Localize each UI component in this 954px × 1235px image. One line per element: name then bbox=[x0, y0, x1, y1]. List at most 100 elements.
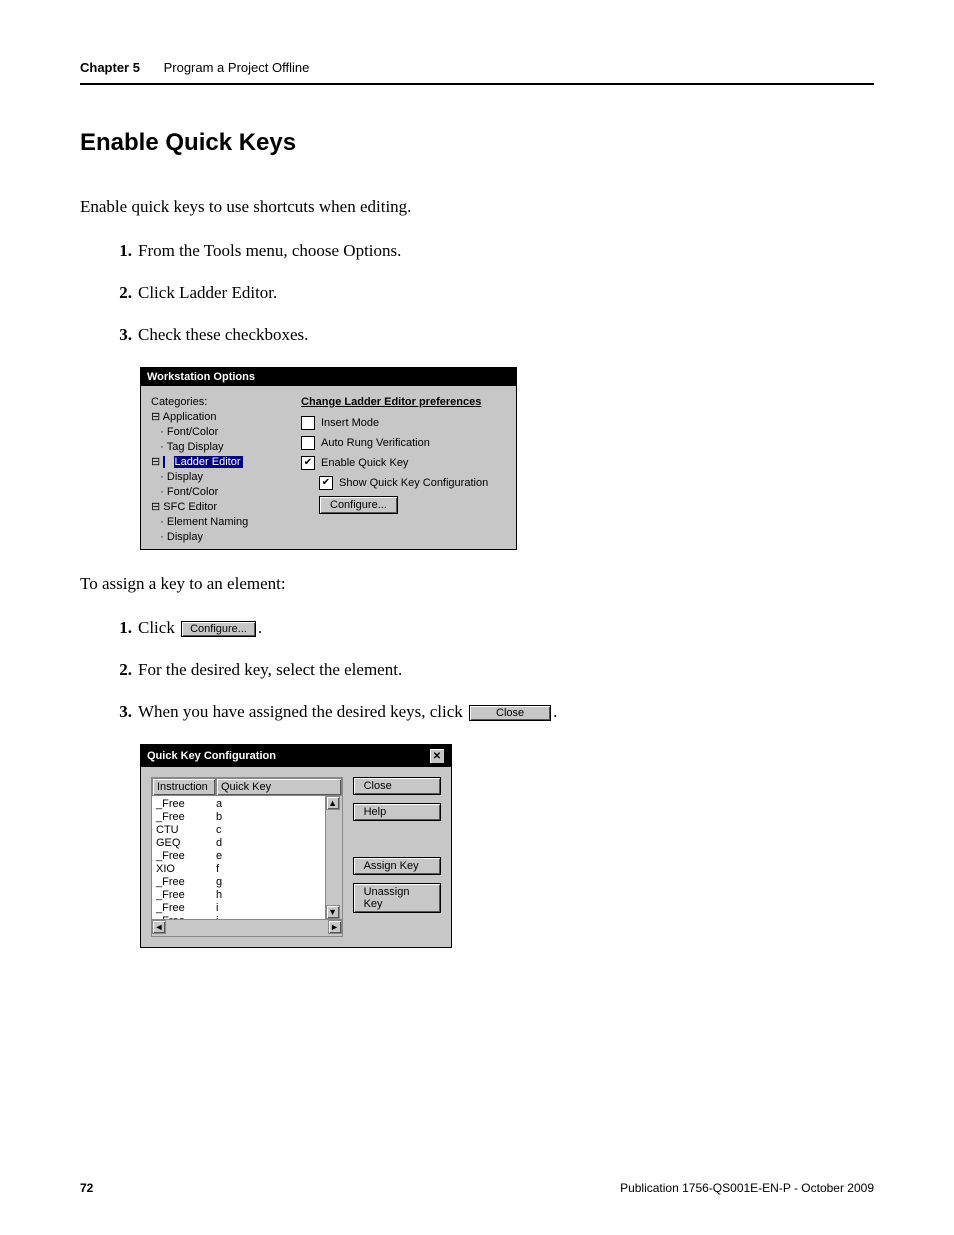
cell-quick-key: g bbox=[216, 876, 222, 889]
tree-node-font-color-2[interactable]: Font/Color bbox=[151, 485, 291, 500]
cell-quick-key: e bbox=[216, 850, 222, 863]
checkbox-insert-mode[interactable]: Insert Mode bbox=[301, 416, 506, 430]
checkbox-enable-quick-key[interactable]: Enable Quick Key bbox=[301, 456, 506, 470]
page-header: Chapter 5 Program a Project Offline bbox=[80, 60, 874, 75]
prefs-title: Change Ladder Editor preferences bbox=[301, 396, 506, 408]
cell-quick-key: b bbox=[216, 811, 222, 824]
cell-instruction: _Free bbox=[156, 850, 216, 863]
configure-button-inline[interactable]: Configure... bbox=[181, 621, 256, 637]
table-row[interactable]: _Freee bbox=[156, 850, 321, 863]
configure-button[interactable]: Configure... bbox=[319, 496, 398, 514]
categories-label: Categories: bbox=[151, 396, 291, 408]
header-rule bbox=[80, 83, 874, 85]
qk-help-button[interactable]: Help bbox=[353, 803, 441, 821]
vertical-scrollbar[interactable]: ▲ ▼ bbox=[325, 796, 342, 919]
checkbox-auto-rung[interactable]: Auto Rung Verification bbox=[301, 436, 506, 450]
table-row[interactable]: _Freei bbox=[156, 902, 321, 915]
tree-node-display[interactable]: Display bbox=[151, 470, 291, 485]
step-2: 2. Click Ladder Editor. bbox=[104, 283, 874, 303]
page-footer: 72 Publication 1756-QS001E-EN-P - Octobe… bbox=[80, 1181, 874, 1195]
tree-node-sfc-editor[interactable]: SFC Editor bbox=[151, 500, 291, 515]
table-row[interactable]: _Freeg bbox=[156, 876, 321, 889]
cell-instruction: _Free bbox=[156, 915, 216, 919]
cell-instruction: CTU bbox=[156, 824, 216, 837]
step2-1: 1. Click Configure.... bbox=[104, 618, 874, 638]
step2-2: 2. For the desired key, select the eleme… bbox=[104, 660, 874, 680]
close-icon[interactable]: ✕ bbox=[429, 748, 445, 764]
qk-assign-key-button[interactable]: Assign Key bbox=[353, 857, 441, 875]
categories-tree[interactable]: Application Font/Color Tag Display ⊟ Lad… bbox=[151, 410, 291, 545]
cell-quick-key: i bbox=[216, 902, 218, 915]
table-row[interactable]: GEQd bbox=[156, 837, 321, 850]
quick-key-list[interactable]: Instruction Quick Key _Freea_FreebCTUcGE… bbox=[151, 777, 343, 937]
tree-node-ladder-editor[interactable]: ⊟ Ladder Editor bbox=[151, 455, 291, 470]
checkbox-label: Enable Quick Key bbox=[321, 457, 408, 469]
section-title: Enable Quick Keys bbox=[80, 129, 874, 157]
table-row[interactable]: XIOf bbox=[156, 863, 321, 876]
scroll-left-icon[interactable]: ◄ bbox=[152, 920, 166, 934]
checkbox-label: Insert Mode bbox=[321, 417, 379, 429]
publication-info: Publication 1756-QS001E-EN-P - October 2… bbox=[620, 1181, 874, 1195]
step-number: 2. bbox=[104, 660, 132, 680]
quick-key-config-dialog: Quick Key Configuration ✕ Instruction Qu… bbox=[140, 744, 452, 948]
tree-node-font-color[interactable]: Font/Color bbox=[151, 425, 291, 440]
horizontal-scrollbar[interactable]: ◄ ► bbox=[152, 919, 342, 936]
checkbox-icon[interactable] bbox=[301, 456, 315, 470]
cell-instruction: XIO bbox=[156, 863, 216, 876]
cell-instruction: _Free bbox=[156, 902, 216, 915]
tree-node-application[interactable]: Application bbox=[151, 410, 291, 425]
qk-unassign-key-button[interactable]: Unassign Key bbox=[353, 883, 441, 913]
checkbox-label: Auto Rung Verification bbox=[321, 437, 430, 449]
column-header-quick-key[interactable]: Quick Key bbox=[216, 778, 342, 796]
checkbox-icon[interactable] bbox=[319, 476, 333, 490]
cell-instruction: _Free bbox=[156, 811, 216, 824]
scroll-down-icon[interactable]: ▼ bbox=[326, 905, 340, 919]
checkbox-icon[interactable] bbox=[301, 436, 315, 450]
tree-node-element-naming[interactable]: Element Naming bbox=[151, 515, 291, 530]
checkbox-show-quick-key-config[interactable]: Show Quick Key Configuration bbox=[319, 476, 506, 490]
steps-list-2: 1. Click Configure.... 2. For the desire… bbox=[104, 618, 874, 722]
table-row[interactable]: _Freej bbox=[156, 915, 321, 919]
page-number: 72 bbox=[80, 1181, 93, 1195]
cell-quick-key: h bbox=[216, 889, 222, 902]
workstation-options-dialog: Workstation Options Categories: Applicat… bbox=[140, 367, 517, 550]
checkbox-label: Show Quick Key Configuration bbox=[339, 477, 488, 489]
step-number: 3. bbox=[104, 325, 132, 345]
step-1: 1. From the Tools menu, choose Options. bbox=[104, 241, 874, 261]
step-number: 2. bbox=[104, 283, 132, 303]
checkbox-icon[interactable] bbox=[301, 416, 315, 430]
chapter-label: Chapter 5 bbox=[80, 60, 140, 75]
tree-node-display-2[interactable]: Display bbox=[151, 530, 291, 545]
steps-list-1: 1. From the Tools menu, choose Options. … bbox=[104, 241, 874, 345]
table-row[interactable]: _Freeb bbox=[156, 811, 321, 824]
qk-close-button[interactable]: Close bbox=[353, 777, 441, 795]
cell-quick-key: j bbox=[216, 915, 218, 919]
dialog-titlebar: Workstation Options bbox=[141, 368, 516, 386]
step-text: From the Tools menu, choose Options. bbox=[138, 241, 874, 261]
qk-dialog-title: Quick Key Configuration bbox=[147, 750, 276, 762]
scroll-up-icon[interactable]: ▲ bbox=[326, 796, 340, 810]
table-row[interactable]: _Freea bbox=[156, 798, 321, 811]
step-text: For the desired key, select the element. bbox=[138, 660, 874, 680]
cell-quick-key: a bbox=[216, 798, 222, 811]
step-number: 3. bbox=[104, 702, 132, 722]
step-text: Check these checkboxes. bbox=[138, 325, 874, 345]
table-row[interactable]: _Freeh bbox=[156, 889, 321, 902]
tree-node-tag-display[interactable]: Tag Display bbox=[151, 440, 291, 455]
cell-instruction: _Free bbox=[156, 889, 216, 902]
cell-quick-key: d bbox=[216, 837, 222, 850]
qk-rows-container: _Freea_FreebCTUcGEQd_FreeeXIOf_Freeg_Fre… bbox=[152, 796, 325, 919]
step2-3: 3. When you have assigned the desired ke… bbox=[104, 702, 874, 722]
close-button-inline[interactable]: Close bbox=[469, 705, 551, 721]
table-row[interactable]: CTUc bbox=[156, 824, 321, 837]
assign-intro: To assign a key to an element: bbox=[80, 574, 874, 594]
cell-instruction: _Free bbox=[156, 876, 216, 889]
step-text: When you have assigned the desired keys,… bbox=[138, 702, 874, 722]
step-number: 1. bbox=[104, 241, 132, 261]
column-header-instruction[interactable]: Instruction bbox=[152, 778, 216, 796]
chapter-title: Program a Project Offline bbox=[164, 60, 310, 75]
scroll-right-icon[interactable]: ► bbox=[328, 920, 342, 934]
step-number: 1. bbox=[104, 618, 132, 638]
intro-paragraph: Enable quick keys to use shortcuts when … bbox=[80, 197, 874, 217]
step-text: Click Ladder Editor. bbox=[138, 283, 874, 303]
